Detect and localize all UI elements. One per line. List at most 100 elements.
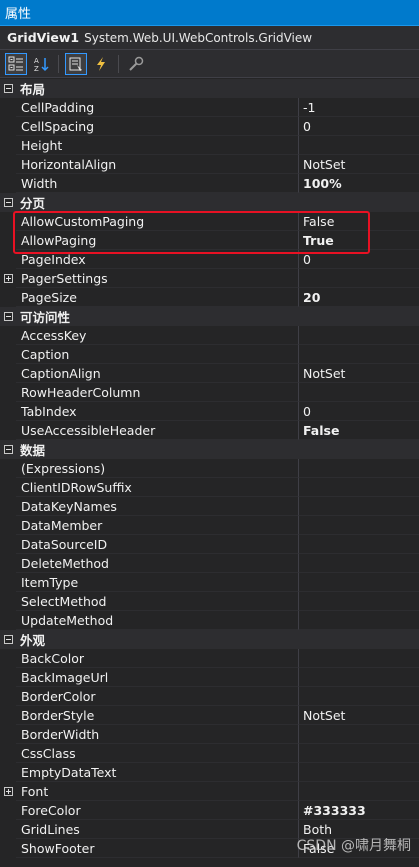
property-row[interactable]: PageIndex 0 xyxy=(0,250,419,269)
property-value[interactable]: NotSet xyxy=(298,155,419,174)
property-name: BorderColor xyxy=(16,687,298,706)
property-value[interactable] xyxy=(298,478,419,497)
properties-title-bar: 属性 xyxy=(0,0,419,26)
property-value[interactable] xyxy=(298,649,419,668)
property-row[interactable]: ForeColor #333333 xyxy=(0,801,419,820)
property-value[interactable] xyxy=(298,269,419,288)
property-value[interactable] xyxy=(298,687,419,706)
property-value[interactable] xyxy=(298,554,419,573)
property-value[interactable] xyxy=(298,326,419,345)
property-row[interactable]: ItemType xyxy=(0,573,419,592)
property-value[interactable]: #333333 xyxy=(298,801,419,820)
categorized-button[interactable] xyxy=(5,52,27,75)
property-name: UseAccessibleHeader xyxy=(16,421,298,440)
row-gutter xyxy=(0,592,16,611)
property-row[interactable]: Caption xyxy=(0,345,419,364)
object-selector[interactable]: GridView1 System.Web.UI.WebControls.Grid… xyxy=(0,26,419,50)
property-value[interactable] xyxy=(298,459,419,478)
property-value[interactable]: False xyxy=(298,212,419,231)
category-header[interactable]: 数据 xyxy=(0,440,419,459)
property-row[interactable]: DataKeyNames xyxy=(0,497,419,516)
property-row[interactable]: AccessKey xyxy=(0,326,419,345)
property-pages-button[interactable] xyxy=(125,53,147,75)
property-value[interactable]: 0 xyxy=(298,250,419,269)
property-row[interactable]: BackImageUrl xyxy=(0,668,419,687)
property-value[interactable]: 100% xyxy=(298,174,419,193)
property-row[interactable]: DataMember xyxy=(0,516,419,535)
expand-toggle[interactable] xyxy=(0,782,16,801)
collapse-toggle[interactable] xyxy=(0,79,16,98)
property-value[interactable]: 0 xyxy=(298,402,419,421)
property-value[interactable]: 0 xyxy=(298,117,419,136)
property-row[interactable]: BorderWidth xyxy=(0,725,419,744)
category-label: 可访问性 xyxy=(20,310,71,325)
property-value[interactable]: 20 xyxy=(298,288,419,307)
property-row[interactable]: CssClass xyxy=(0,744,419,763)
property-row[interactable]: Width 100% xyxy=(0,174,419,193)
property-value[interactable] xyxy=(298,611,419,630)
property-row[interactable]: AllowPaging True xyxy=(0,231,419,250)
property-value[interactable] xyxy=(298,668,419,687)
property-row[interactable]: RowHeaderColumn xyxy=(0,383,419,402)
property-value[interactable]: NotSet xyxy=(298,706,419,725)
property-name: AllowCustomPaging xyxy=(16,212,298,231)
property-row[interactable]: TabIndex 0 xyxy=(0,402,419,421)
collapse-toggle[interactable] xyxy=(0,630,16,649)
property-value[interactable]: False xyxy=(298,421,419,440)
property-row[interactable]: Height xyxy=(0,136,419,155)
property-row[interactable]: DeleteMethod xyxy=(0,554,419,573)
property-row[interactable]: DataSourceID xyxy=(0,535,419,554)
property-row[interactable]: PageSize 20 xyxy=(0,288,419,307)
property-value[interactable] xyxy=(298,782,419,801)
category-header[interactable]: 可访问性 xyxy=(0,307,419,326)
property-value[interactable] xyxy=(298,573,419,592)
row-gutter xyxy=(0,98,16,117)
property-row[interactable]: CaptionAlign NotSet xyxy=(0,364,419,383)
property-value[interactable] xyxy=(298,763,419,782)
property-row[interactable]: UseAccessibleHeader False xyxy=(0,421,419,440)
property-row[interactable]: CellPadding -1 xyxy=(0,98,419,117)
property-row[interactable]: BackColor xyxy=(0,649,419,668)
category-header[interactable]: 分页 xyxy=(0,193,419,212)
category-header[interactable]: 外观 xyxy=(0,630,419,649)
property-row[interactable]: (Expressions) xyxy=(0,459,419,478)
row-gutter xyxy=(0,801,16,820)
property-row[interactable]: HorizontalAlign NotSet xyxy=(0,155,419,174)
property-row[interactable]: UpdateMethod xyxy=(0,611,419,630)
category-header[interactable]: 布局 xyxy=(0,79,419,98)
collapse-toggle[interactable] xyxy=(0,193,16,212)
property-row[interactable]: CellSpacing 0 xyxy=(0,117,419,136)
property-row[interactable]: EmptyDataText xyxy=(0,763,419,782)
property-row[interactable]: Font xyxy=(0,782,419,801)
expand-toggle[interactable] xyxy=(0,269,16,288)
events-button[interactable] xyxy=(90,53,112,75)
property-value[interactable] xyxy=(298,744,419,763)
property-row[interactable]: PagerSettings xyxy=(0,269,419,288)
property-row[interactable]: AllowCustomPaging False xyxy=(0,212,419,231)
property-value[interactable]: True xyxy=(298,231,419,250)
property-name: HorizontalAlign xyxy=(16,155,298,174)
property-value[interactable] xyxy=(298,535,419,554)
property-row[interactable]: BorderStyle NotSet xyxy=(0,706,419,725)
property-row[interactable]: SelectMethod xyxy=(0,592,419,611)
object-name: GridView1 xyxy=(7,30,80,45)
property-value[interactable] xyxy=(298,592,419,611)
property-value[interactable] xyxy=(298,345,419,364)
collapse-toggle[interactable] xyxy=(0,440,16,459)
property-value[interactable] xyxy=(298,136,419,155)
property-name: BackColor xyxy=(16,649,298,668)
property-row[interactable]: BorderColor xyxy=(0,687,419,706)
row-gutter xyxy=(0,820,16,839)
property-value[interactable] xyxy=(298,383,419,402)
row-gutter xyxy=(0,744,16,763)
properties-button[interactable] xyxy=(65,52,87,75)
property-value[interactable] xyxy=(298,516,419,535)
property-value[interactable] xyxy=(298,497,419,516)
collapse-toggle[interactable] xyxy=(0,307,16,326)
property-row[interactable]: ClientIDRowSuffix xyxy=(0,478,419,497)
alphabetical-button[interactable]: A Z xyxy=(30,53,52,75)
category-label: 外观 xyxy=(20,633,46,648)
property-value[interactable] xyxy=(298,725,419,744)
property-value[interactable]: -1 xyxy=(298,98,419,117)
property-value[interactable]: NotSet xyxy=(298,364,419,383)
